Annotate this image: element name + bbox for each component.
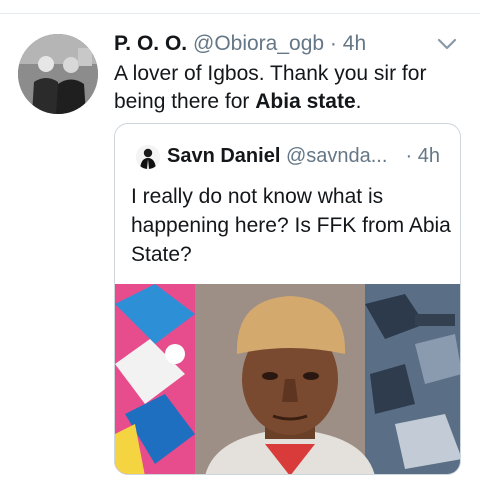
quoted-user-handle[interactable]: @savnda... — [286, 145, 387, 167]
user-avatar[interactable] — [18, 34, 98, 114]
photo-illustration — [115, 284, 460, 474]
tweet-text-bold: Abia state — [255, 90, 356, 113]
user-handle[interactable]: @Obiora_ogb — [193, 32, 324, 55]
chevron-down-icon[interactable] — [436, 36, 458, 52]
quoted-tweet-header: Savn Daniel @savnda... · 4h — [167, 142, 452, 170]
quoted-tweet-text: I really do not know what is happening h… — [131, 185, 451, 266]
tweet-header: P. O. O. @Obiora_ogb · 4h — [114, 30, 454, 58]
avatar-photo — [18, 34, 98, 114]
quoted-tweet-card[interactable]: Savn Daniel @savnda... · 4h I really do … — [114, 123, 461, 475]
quoted-tweet-photo[interactable] — [115, 284, 460, 474]
top-divider — [0, 13, 480, 14]
tweet-text-end: . — [355, 90, 362, 113]
quoted-avatar-photo — [136, 145, 160, 169]
quoted-user-avatar[interactable] — [136, 145, 160, 169]
separator: · — [329, 32, 337, 55]
display-name[interactable]: P. O. O. — [114, 32, 187, 55]
tweet-text: A lover of Igbos. Thank you sir for bein… — [114, 60, 464, 116]
quoted-tweet-time[interactable]: · 4h — [401, 142, 440, 170]
tweet-time[interactable]: 4h — [343, 32, 366, 55]
quoted-display-name[interactable]: Savn Daniel — [167, 145, 280, 167]
